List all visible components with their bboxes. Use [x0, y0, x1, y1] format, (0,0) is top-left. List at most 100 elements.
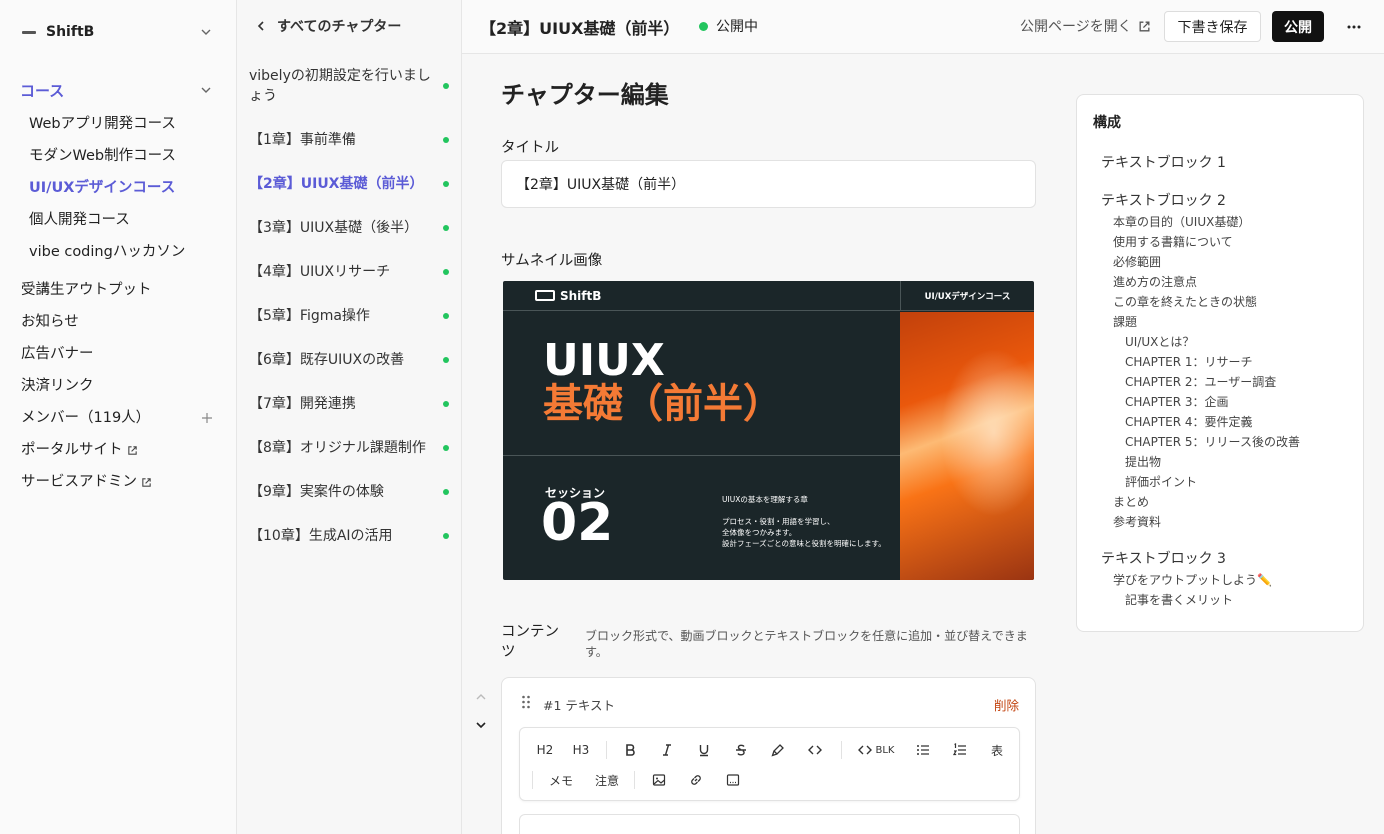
sidebar-item-members[interactable]: メンバー（119人） — [21, 407, 150, 429]
outline-heading[interactable]: 必修範囲 — [1113, 253, 1161, 270]
outline-block-1[interactable]: テキストブロック 1 — [1101, 152, 1226, 172]
nav-group-courses[interactable]: コース — [20, 79, 216, 101]
sidebar-item-modern-web-course[interactable]: モダンWeb制作コース — [29, 145, 176, 167]
outline-subheading[interactable]: CHAPTER 5：リリース後の改善 — [1125, 433, 1300, 450]
outline-subheading[interactable]: 評価ポイント — [1125, 473, 1197, 490]
caution-button[interactable]: 注意 — [592, 769, 622, 791]
chapter-item-2[interactable]: 【2章】UIUX基礎（前半） — [249, 174, 449, 194]
thumbnail-divider — [503, 455, 900, 456]
outline-heading[interactable]: まとめ — [1113, 493, 1149, 510]
chapter-item-4[interactable]: 【4章】UIUXリサーチ — [249, 262, 449, 282]
publish-button[interactable]: 公開 — [1272, 11, 1324, 42]
content-block-text: #1 テキスト 削除 H2 H3 BLK 表 メモ 注意 — [501, 677, 1036, 834]
outline-heading[interactable]: 学びをアウトプットしよう✏️ — [1113, 571, 1272, 588]
sidebar-item-news[interactable]: お知らせ — [21, 311, 79, 333]
italic-button[interactable] — [657, 739, 677, 761]
highlight-button[interactable] — [768, 739, 788, 761]
toolbar-divider — [841, 741, 842, 759]
thumbnail-abstract-art — [900, 312, 1034, 580]
chapter-item-7[interactable]: 【7章】開発連携 — [249, 394, 449, 414]
heading3-button[interactable]: H3 — [568, 739, 594, 761]
thumbnail-title-line1: UIUX — [543, 335, 665, 386]
text-block-body-editor[interactable] — [519, 814, 1020, 834]
outline-heading[interactable]: 本章の目的（UIUX基礎） — [1113, 213, 1250, 230]
bold-button[interactable] — [620, 739, 640, 761]
toolbar-divider — [634, 771, 635, 789]
code-block-button[interactable]: BLK — [855, 739, 897, 761]
outline-subheading[interactable]: CHAPTER 4：要件定義 — [1125, 413, 1253, 430]
outline-subheading[interactable]: UI/UXとは？ — [1125, 333, 1194, 350]
outline-subheading[interactable]: 提出物 — [1125, 453, 1161, 470]
chapter-item-label: 【9章】実案件の体験 — [249, 484, 384, 500]
sidebar-item-portal-site[interactable]: ポータルサイト — [21, 439, 138, 461]
outline-subheading[interactable]: CHAPTER 3：企画 — [1125, 393, 1229, 410]
chapter-item-label: 【8章】オリジナル課題制作 — [249, 440, 426, 456]
open-public-page-link[interactable]: 公開ページを開く — [1020, 16, 1151, 36]
shiftb-logo-icon — [535, 290, 555, 301]
workspace-switcher[interactable]: ShiftB — [20, 20, 216, 44]
chapter-item-6[interactable]: 【6章】既存UIUXの改善 — [249, 350, 449, 370]
sidebar-item-label: ポータルサイト — [21, 442, 123, 458]
heading2-button[interactable]: H2 — [532, 739, 558, 761]
chapter-item-setup[interactable]: vibelyの初期設定を行いましょう — [249, 66, 449, 106]
chapter-item-5[interactable]: 【5章】Figma操作 — [249, 306, 449, 326]
outline-heading[interactable]: 進め方の注意点 — [1113, 273, 1197, 290]
more-options-button[interactable] — [1344, 17, 1364, 37]
external-link-icon — [142, 477, 151, 487]
chapter-item-8[interactable]: 【8章】オリジナル課題制作 — [249, 438, 449, 458]
outline-heading[interactable]: 参考資料 — [1113, 513, 1161, 530]
published-status-dot — [443, 445, 449, 451]
numbered-list-button[interactable] — [950, 739, 970, 761]
chapter-item-9[interactable]: 【9章】実案件の体験 — [249, 482, 449, 502]
bullet-list-button[interactable] — [913, 739, 933, 761]
embed-button[interactable] — [723, 769, 743, 791]
drag-handle-icon[interactable] — [521, 695, 531, 709]
outline-heading[interactable]: この章を終えたときの状態 — [1113, 293, 1257, 310]
title-input[interactable] — [501, 160, 1036, 208]
image-icon — [652, 774, 666, 786]
move-block-up-icon[interactable] — [475, 691, 487, 703]
add-member-plus-icon[interactable] — [201, 412, 213, 424]
editor-topbar: 【2章】UIUX基礎（前半） 公開中 公開ページを開く 下書き保存 公開 — [462, 0, 1384, 54]
outline-heading[interactable]: 使用する書籍について — [1113, 233, 1233, 250]
code-block-label: BLK — [875, 744, 895, 756]
outline-block-3[interactable]: テキストブロック 3 — [1101, 548, 1226, 568]
memo-button[interactable]: メモ — [546, 769, 576, 791]
save-draft-button[interactable]: 下書き保存 — [1164, 11, 1261, 42]
underline-button[interactable] — [694, 739, 714, 761]
delete-block-button[interactable]: 削除 — [994, 695, 1019, 714]
chapter-item-3[interactable]: 【3章】UIUX基礎（後半） — [249, 218, 449, 238]
sidebar-item-personal-dev-course[interactable]: 個人開発コース — [29, 209, 130, 231]
outline-subheading[interactable]: CHAPTER 1：リサーチ — [1125, 353, 1253, 370]
thumbnail-image[interactable]: ShiftB UI/UXデザインコース UIUX 基礎（前半） セッション 02… — [503, 281, 1034, 580]
sidebar-item-label: 決済リンク — [21, 378, 94, 394]
outline-subheading[interactable]: 記事を書くメリット — [1125, 591, 1233, 608]
chapter-item-label: 【6章】既存UIUXの改善 — [249, 352, 405, 368]
sidebar-item-payment-link[interactable]: 決済リンク — [21, 375, 94, 397]
sidebar-item-vibe-coding-hackathon[interactable]: vibe codingハッカソン — [29, 241, 185, 263]
ellipsis-icon — [1347, 25, 1361, 29]
published-status-dot — [443, 489, 449, 495]
outline-block-2[interactable]: テキストブロック 2 — [1101, 190, 1226, 210]
move-block-down-icon[interactable] — [475, 719, 487, 731]
sidebar-item-uiux-course[interactable]: UI/UXデザインコース — [29, 177, 175, 199]
sidebar-item-service-admin[interactable]: サービスアドミン — [21, 471, 152, 493]
inline-code-button[interactable] — [805, 739, 825, 761]
sidebar-item-ad-banner[interactable]: 広告バナー — [21, 343, 94, 365]
back-to-all-chapters-link[interactable]: すべてのチャプター — [255, 15, 401, 37]
chapter-item-10[interactable]: 【10章】生成AIの活用 — [249, 526, 449, 546]
open-public-page-label: 公開ページを開く — [1020, 19, 1132, 35]
sidebar-item-label: サービスアドミン — [21, 474, 137, 490]
table-button[interactable]: 表 — [987, 739, 1007, 761]
contents-field-label: コンテンツ — [501, 624, 559, 660]
chapter-item-1[interactable]: 【1章】事前準備 — [249, 130, 449, 150]
sidebar-item-student-outputs[interactable]: 受講生アウトプット — [21, 279, 152, 301]
sidebar-item-webapp-course[interactable]: Webアプリ開発コース — [29, 113, 176, 135]
insert-image-button[interactable] — [649, 769, 669, 791]
insert-link-button[interactable] — [686, 769, 706, 791]
sidebar-item-label: 受講生アウトプット — [21, 282, 152, 298]
underline-icon — [699, 745, 709, 757]
outline-subheading[interactable]: CHAPTER 2：ユーザー調査 — [1125, 373, 1276, 390]
outline-heading[interactable]: 課題 — [1113, 313, 1137, 330]
strikethrough-button[interactable] — [731, 739, 751, 761]
